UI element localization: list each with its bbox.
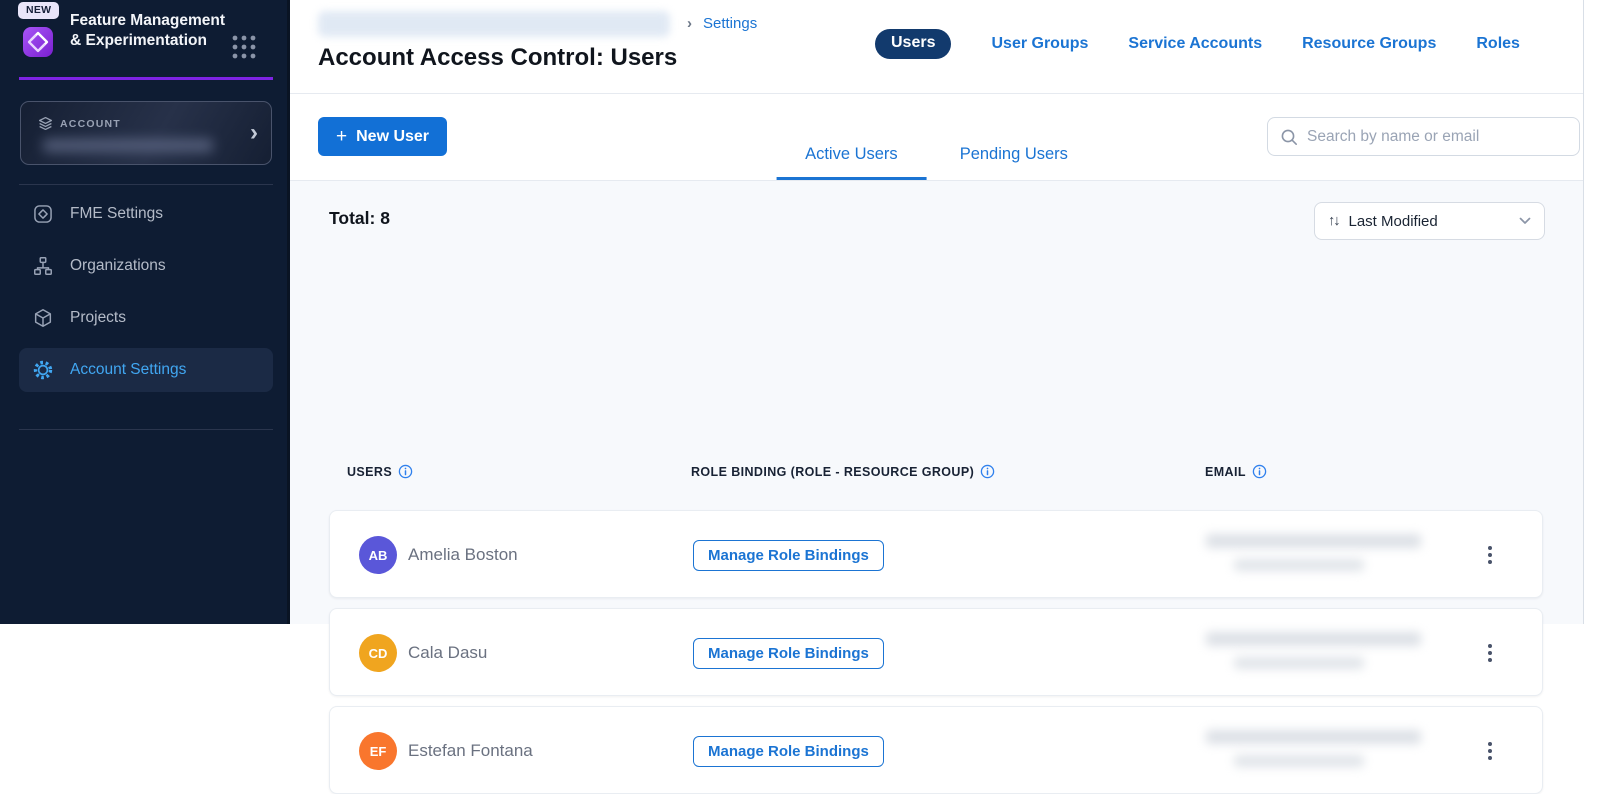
sort-dropdown-value: Last Modified — [1349, 213, 1510, 230]
split-outline-icon — [32, 203, 54, 225]
email-redacted — [1206, 632, 1421, 669]
sidebar-item-account-settings[interactable]: Account Settings — [19, 348, 273, 392]
page-title: Account Access Control: Users — [318, 44, 677, 72]
user-name: Estefan Fontana — [408, 741, 533, 761]
chevron-right-icon: › — [250, 121, 258, 145]
new-user-button-label: New User — [356, 128, 429, 146]
org-chart-icon — [32, 255, 54, 277]
tab-user-groups[interactable]: User Groups — [991, 35, 1088, 53]
sidebar-item-label: Organizations — [70, 257, 166, 275]
avatar: EF — [359, 732, 397, 770]
row-menu-kebab-icon[interactable] — [1480, 735, 1500, 767]
sidebar-item-label: Account Settings — [70, 361, 186, 379]
main-content: › Settings Account Access Control: Users… — [290, 0, 1583, 624]
user-name: Cala Dasu — [408, 643, 487, 663]
column-header-users: USERS — [347, 464, 413, 479]
total-count: Total: 8 — [329, 208, 390, 229]
sidebar-divider — [19, 184, 273, 185]
tab-service-accounts[interactable]: Service Accounts — [1128, 35, 1262, 53]
account-name-redacted — [43, 139, 213, 152]
table-row: EF Estefan Fontana Manage Role Bindings — [329, 706, 1543, 794]
manage-role-bindings-button[interactable]: Manage Role Bindings — [693, 638, 884, 669]
layers-icon — [38, 116, 53, 131]
row-menu-kebab-icon[interactable] — [1480, 637, 1500, 669]
tab-pending-users[interactable]: Pending Users — [931, 145, 1097, 180]
access-control-nav: Users User Groups Service Accounts Resou… — [875, 29, 1520, 59]
product-title: Feature Management & Experimentation — [70, 11, 235, 51]
sidebar-item-label: Projects — [70, 309, 126, 327]
column-header-role-binding: ROLE BINDING (ROLE - RESOURCE GROUP) — [691, 464, 995, 479]
sidebar-item-projects[interactable]: Projects — [19, 296, 273, 340]
user-list-tabs: Active Users Pending Users — [776, 145, 1097, 180]
sidebar-divider — [19, 429, 273, 430]
tab-active-users[interactable]: Active Users — [776, 145, 927, 180]
sidebar-item-organizations[interactable]: Organizations — [19, 244, 273, 288]
toolbar: + New User Active Users Pending Users — [290, 94, 1583, 181]
sort-dropdown[interactable]: ↑↓ Last Modified — [1314, 202, 1545, 240]
avatar: AB — [359, 536, 397, 574]
new-badge: NEW — [18, 2, 59, 19]
breadcrumb-redacted — [318, 11, 670, 37]
apps-grid-icon[interactable] — [230, 33, 258, 61]
new-user-button[interactable]: + New User — [318, 117, 447, 156]
tab-resource-groups[interactable]: Resource Groups — [1302, 35, 1436, 53]
brand-divider — [19, 77, 273, 80]
sidebar-nav: FME Settings Organizations — [19, 192, 273, 392]
plus-icon: + — [336, 127, 347, 146]
email-redacted — [1206, 534, 1421, 571]
breadcrumb-chevron-icon: › — [687, 15, 692, 32]
tab-users[interactable]: Users — [875, 29, 951, 59]
page-header: › Settings Account Access Control: Users… — [290, 0, 1583, 94]
breadcrumb-settings-link[interactable]: Settings — [703, 15, 757, 32]
split-logo-icon — [22, 26, 54, 58]
table-header-row: USERS ROLE BINDING (ROLE - RESOURCE GROU… — [290, 464, 1583, 480]
sidebar-item-fme-settings[interactable]: FME Settings — [19, 192, 273, 236]
search-box — [1267, 117, 1580, 156]
email-redacted — [1206, 730, 1421, 767]
column-header-label: USERS — [347, 465, 392, 479]
page: NEW Feature Management & Experimentation — [0, 0, 1600, 624]
column-header-email: EMAIL — [1205, 464, 1267, 479]
column-header-label: EMAIL — [1205, 465, 1246, 479]
info-icon[interactable] — [980, 464, 995, 479]
user-name: Amelia Boston — [408, 545, 518, 565]
account-label: ACCOUNT — [60, 118, 121, 130]
table-row: AB Amelia Boston Manage Role Bindings — [329, 510, 1543, 598]
search-input[interactable] — [1307, 128, 1567, 146]
chevron-down-icon — [1519, 217, 1531, 225]
account-selector[interactable]: ACCOUNT › — [20, 101, 272, 165]
table-row: CD Cala Dasu Manage Role Bindings — [329, 608, 1543, 696]
info-icon[interactable] — [398, 464, 413, 479]
user-list-panel: Total: 8 ↑↓ Last Modified USERS — [290, 181, 1583, 624]
avatar: CD — [359, 634, 397, 672]
info-icon[interactable] — [1252, 464, 1267, 479]
viewport-right-edge — [1583, 0, 1600, 624]
sidebar-item-label: FME Settings — [70, 205, 163, 223]
manage-role-bindings-button[interactable]: Manage Role Bindings — [693, 540, 884, 571]
search-icon — [1280, 128, 1298, 146]
column-header-label: ROLE BINDING (ROLE - RESOURCE GROUP) — [691, 465, 974, 479]
row-menu-kebab-icon[interactable] — [1480, 539, 1500, 571]
gear-icon — [32, 359, 54, 381]
tab-roles[interactable]: Roles — [1476, 35, 1520, 53]
cube-icon — [32, 307, 54, 329]
sort-direction-icon: ↑↓ — [1328, 213, 1339, 229]
manage-role-bindings-button[interactable]: Manage Role Bindings — [693, 736, 884, 767]
sidebar: NEW Feature Management & Experimentation — [0, 0, 290, 624]
